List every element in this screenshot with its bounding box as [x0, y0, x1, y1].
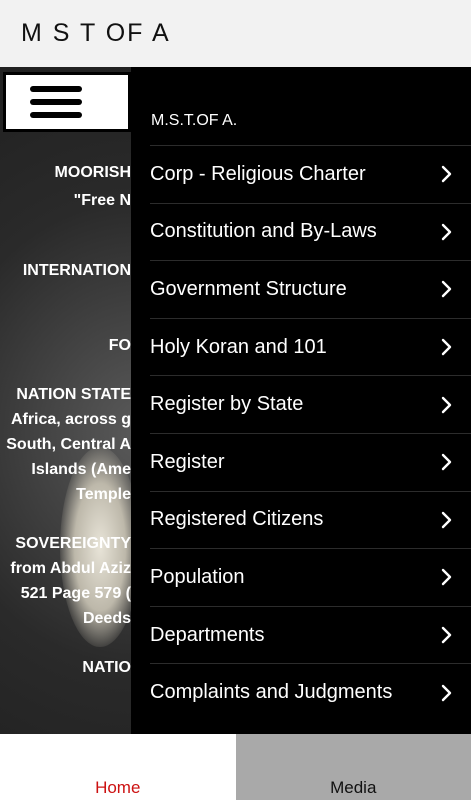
content-text-line: Islands (Ame — [31, 461, 131, 478]
content-text-line: NATIO — [82, 659, 131, 676]
tab-media[interactable]: Media — [235, 734, 471, 800]
chevron-right-icon — [441, 684, 452, 701]
chevron-right-icon — [441, 166, 452, 183]
tab-home-label: Home — [95, 778, 141, 797]
menu-item-population[interactable]: Population — [150, 548, 471, 606]
content-text-line: Temple — [76, 486, 131, 503]
drawer-title: M.S.T.OF A. — [151, 112, 238, 129]
content-text-line: Africa, across g — [10, 411, 131, 428]
chevron-right-icon — [441, 223, 452, 241]
content-text-line: SOVEREIGNTY — [15, 535, 131, 552]
app-title: M S T OF A — [21, 19, 171, 47]
content-text-line: "Free N — [73, 192, 131, 209]
app-header: M S T OF A — [0, 0, 471, 67]
menu-item-holy-koran-and-101[interactable]: Holy Koran and 101 — [150, 317, 471, 376]
tab-home[interactable]: Home — [0, 734, 236, 800]
content-text-line: MOORISH — [54, 164, 131, 181]
chevron-right-icon — [441, 626, 452, 644]
menu-item-departments[interactable]: Departments — [150, 605, 471, 664]
menu-item-label: Constitution and By-Laws — [150, 220, 377, 243]
content-text-line: 521 Page 579 ( — [20, 585, 131, 602]
chevron-right-icon — [441, 569, 452, 586]
content-text-line: South, Central A — [6, 436, 131, 453]
menu-item-complaints-and-judgments[interactable]: Complaints and Judgments — [150, 663, 471, 721]
menu-item-label: Population — [150, 565, 245, 588]
hamburger-icon-bar — [30, 112, 82, 118]
hamburger-menu-button[interactable] — [3, 72, 131, 132]
chevron-right-icon — [441, 396, 452, 413]
menu-item-label: Complaints and Judgments — [150, 681, 393, 704]
content-text-line: FO — [108, 337, 131, 354]
menu-item-register[interactable]: Register — [150, 432, 471, 491]
drawer-menu-list: Corp - Religious Charter Constitution an… — [150, 145, 471, 721]
bottom-navigation: Home Media — [0, 734, 471, 800]
content-text-line: Deeds — [82, 610, 131, 627]
menu-item-label: Government Structure — [150, 277, 347, 300]
chevron-right-icon — [441, 281, 452, 298]
menu-item-register-by-state[interactable]: Register by State — [150, 375, 471, 433]
tab-media-label: Media — [330, 778, 377, 797]
menu-item-label: Registered Citizens — [150, 508, 324, 531]
menu-item-label: Holy Koran and 101 — [150, 335, 327, 358]
menu-item-label: Departments — [150, 623, 265, 646]
content-text-line: from Abdul Aziz — [10, 560, 131, 577]
menu-item-corp-religious-charter[interactable]: Corp - Religious Charter — [150, 145, 471, 203]
menu-item-registered-citizens[interactable]: Registered Citizens — [150, 490, 471, 549]
menu-item-constitution-and-by-laws[interactable]: Constitution and By-Laws — [150, 202, 471, 261]
chevron-right-icon — [441, 338, 452, 356]
hamburger-icon — [30, 86, 82, 92]
menu-item-label: Corp - Religious Charter — [150, 162, 366, 185]
chevron-right-icon — [441, 511, 452, 529]
navigation-drawer: M.S.T.OF A. Corp - Religious Charter Con… — [131, 67, 471, 734]
menu-item-government-structure[interactable]: Government Structure — [150, 260, 471, 318]
content-text-line: NATION STATE — [16, 386, 131, 403]
hamburger-icon-bar — [30, 99, 82, 105]
chevron-right-icon — [441, 454, 452, 471]
content-text-line: INTERNATION — [22, 262, 131, 279]
menu-item-label: Register — [150, 450, 225, 473]
menu-item-label: Register by State — [150, 393, 304, 416]
